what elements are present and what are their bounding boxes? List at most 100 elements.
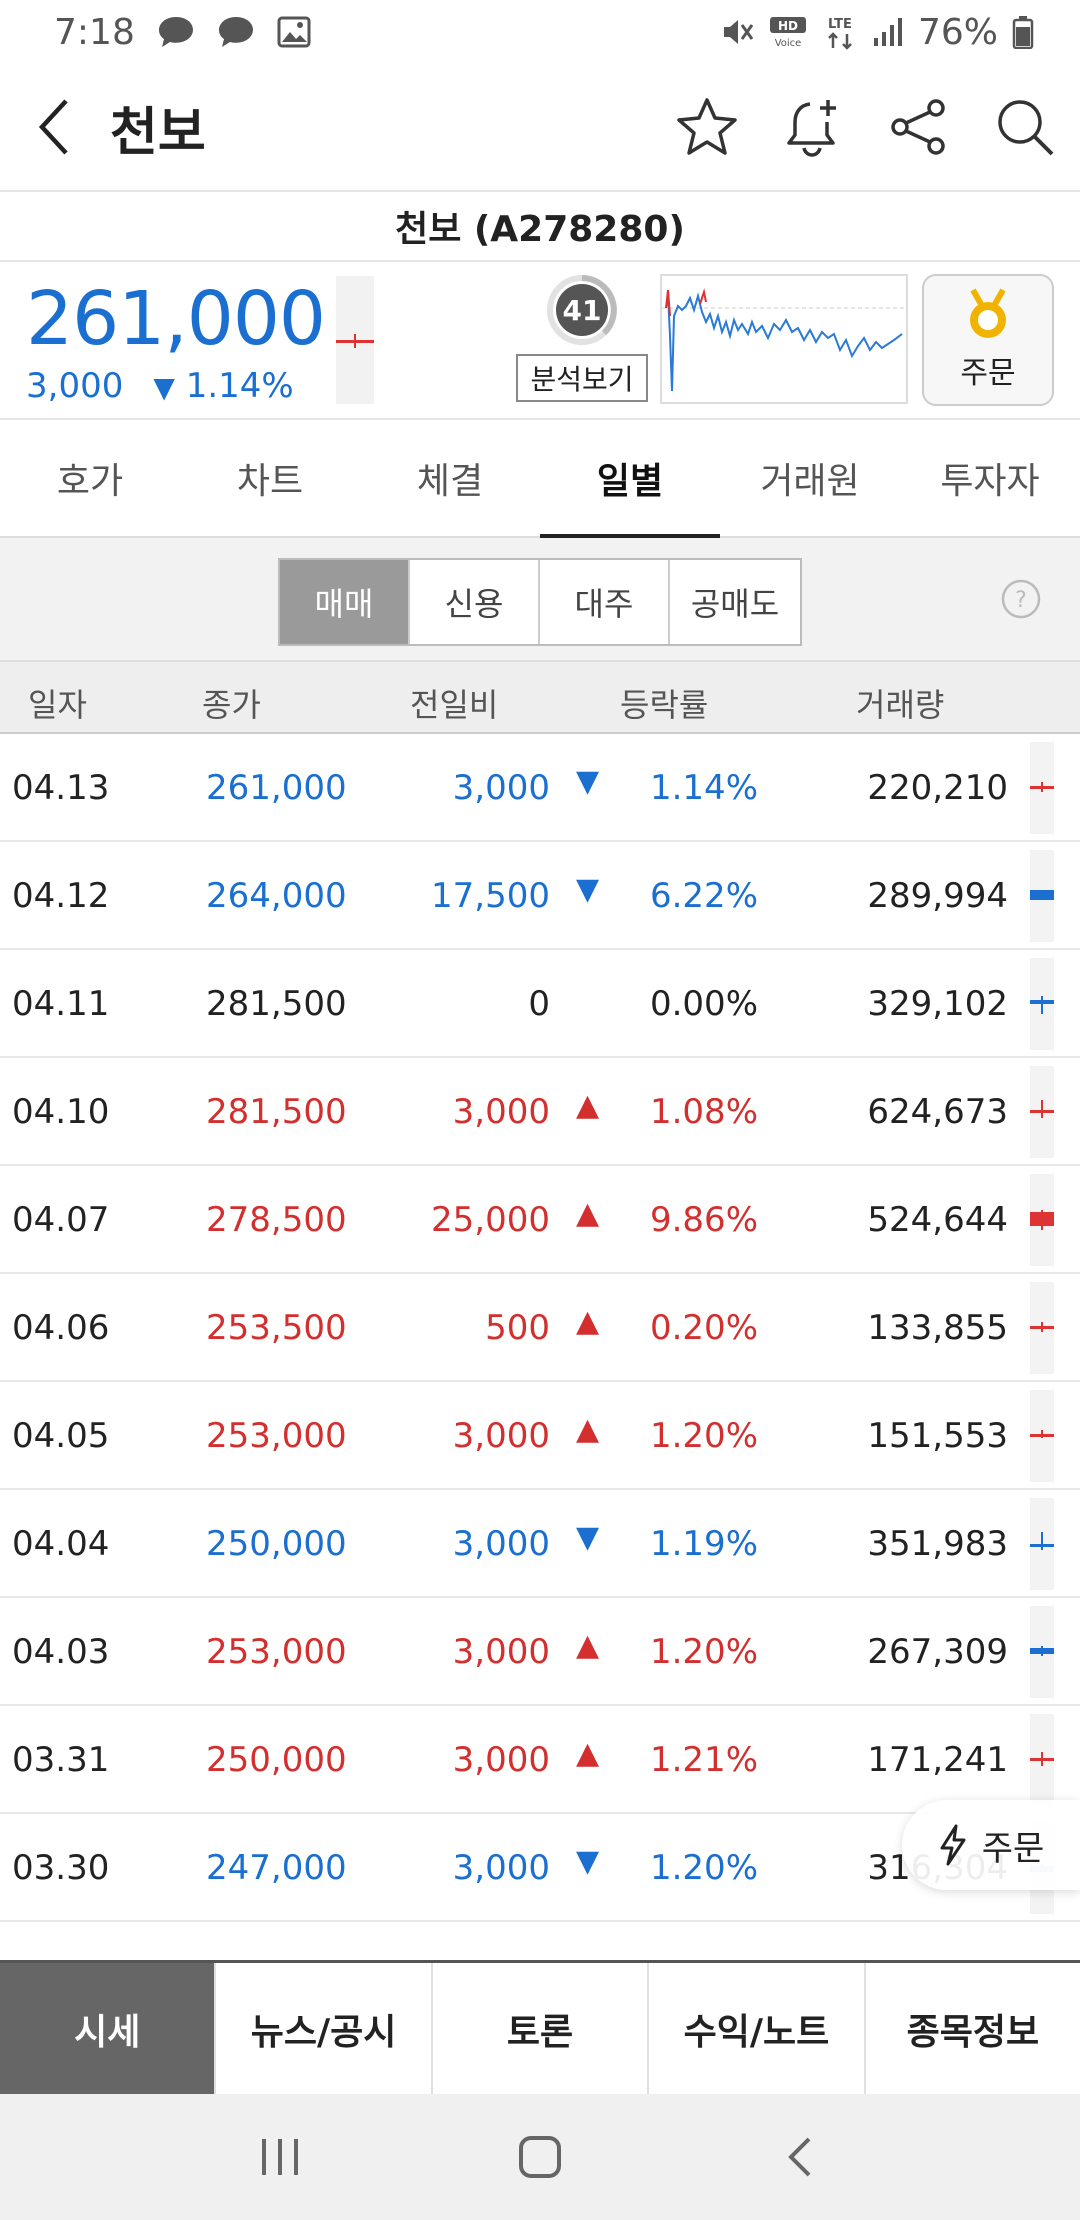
signal-icon: [873, 18, 902, 46]
filter-lending[interactable]: 대주: [540, 560, 670, 644]
row-change: 3,000: [452, 1848, 550, 1888]
mute-icon: [723, 20, 754, 44]
lightning-icon: [940, 1824, 966, 1866]
row-volume: 151,553: [867, 1416, 1008, 1456]
table-row[interactable]: 04.10 281,500 3,000 ▲ 1.08% 624,673: [0, 1058, 1080, 1166]
header-diff: 전일비: [410, 686, 499, 724]
favorite-button[interactable]: [676, 96, 738, 158]
header-volume: 거래량: [856, 686, 945, 724]
svg-text:HD: HD: [778, 19, 798, 33]
row-volume: 267,309: [867, 1632, 1008, 1672]
down-arrow-icon: ▼: [576, 1520, 600, 1555]
down-arrow-icon: ▼: [153, 371, 175, 404]
share-button[interactable]: [888, 96, 950, 158]
row-candle: [1030, 1606, 1054, 1698]
table-row[interactable]: 04.11 281,500 0 0.00% 329,102: [0, 950, 1080, 1058]
change-rate: 1.14%: [185, 366, 294, 406]
help-icon[interactable]: ?: [1000, 578, 1042, 620]
row-change: 3,000: [452, 1092, 550, 1132]
row-change-rate: 0.20%: [649, 1308, 758, 1348]
row-change-rate: 6.22%: [649, 876, 758, 916]
row-candle: [1030, 850, 1054, 942]
table-row[interactable]: 04.12 264,000 17,500 ▼ 6.22% 289,994: [0, 842, 1080, 950]
tab-trades[interactable]: 체결: [360, 420, 540, 536]
tab-daily[interactable]: 일별: [540, 420, 720, 538]
row-date: 04.05: [12, 1416, 110, 1456]
table-row[interactable]: 04.06 253,500 500 ▲ 0.20% 133,855: [0, 1274, 1080, 1382]
row-date: 03.31: [12, 1740, 110, 1780]
floating-order-button[interactable]: 주문: [902, 1800, 1080, 1890]
intraday-sparkline: [660, 274, 908, 404]
up-arrow-icon: ▲: [576, 1304, 600, 1339]
clock: 7:18: [54, 11, 135, 53]
search-button[interactable]: [994, 96, 1056, 158]
change-amount: 3,000: [26, 366, 124, 406]
filter-short-selling[interactable]: 공매도: [670, 560, 800, 644]
filter-trade[interactable]: 매매: [280, 560, 410, 644]
daily-price-table: 04.13 261,000 3,000 ▼ 1.14% 220,210 04.12 264,0…: [0, 734, 1080, 1922]
analysis-score[interactable]: 41 분석보기: [516, 274, 648, 402]
change-rate-group: ▼ 1.14%: [153, 366, 293, 406]
analysis-button[interactable]: 분석보기: [516, 354, 648, 402]
row-close-price: 264,000: [206, 876, 347, 916]
row-candle: [1030, 1174, 1054, 1266]
table-row[interactable]: 04.13 261,000 3,000 ▼ 1.14% 220,210: [0, 734, 1080, 842]
down-arrow-icon: ▼: [576, 1844, 600, 1879]
nav-quote[interactable]: 시세: [0, 1963, 217, 2094]
row-candle: [1030, 958, 1054, 1050]
filter-credit[interactable]: 신용: [410, 560, 540, 644]
row-change: 3,000: [452, 1740, 550, 1780]
table-row[interactable]: 04.04 250,000 3,000 ▼ 1.19% 351,983: [0, 1490, 1080, 1598]
up-arrow-icon: ▲: [576, 1088, 600, 1123]
recent-apps-button[interactable]: [250, 2127, 310, 2187]
home-button[interactable]: [510, 2127, 570, 2187]
row-date: 04.13: [12, 768, 110, 808]
row-candle: [1030, 1498, 1054, 1590]
tab-hoga[interactable]: 호가: [0, 420, 180, 536]
row-close-price: 247,000: [206, 1848, 347, 1888]
row-change-rate: 1.21%: [649, 1740, 758, 1780]
row-volume: 133,855: [867, 1308, 1008, 1348]
nav-discussion[interactable]: 토론: [433, 1963, 650, 2094]
detail-tabs: 호가 차트 체결 일별 거래원 투자자: [0, 420, 1080, 538]
row-change-rate: 1.20%: [649, 1848, 758, 1888]
alert-button[interactable]: [782, 96, 844, 158]
current-price: 261,000: [26, 276, 326, 362]
tab-chart[interactable]: 차트: [180, 420, 360, 536]
row-volume: 171,241: [867, 1740, 1008, 1780]
row-change: 3,000: [452, 768, 550, 808]
system-back-icon: [788, 2137, 811, 2177]
row-change-rate: 9.86%: [649, 1200, 758, 1240]
order-button[interactable]: 주문: [922, 274, 1054, 406]
tab-investors[interactable]: 투자자: [900, 420, 1080, 536]
row-close-price: 278,500: [206, 1200, 347, 1240]
battery-icon: [1012, 16, 1034, 49]
svg-text:?: ?: [1015, 588, 1027, 613]
nav-profit-notes[interactable]: 수익/노트: [649, 1963, 866, 2094]
status-bar: 7:18 HD Voice LTE 76%: [0, 0, 1080, 64]
row-volume: 524,644: [867, 1200, 1008, 1240]
nav-stock-info[interactable]: 종목정보: [866, 1963, 1080, 2094]
system-back-button[interactable]: [770, 2127, 830, 2187]
tab-brokers[interactable]: 거래원: [720, 420, 900, 536]
row-date: 04.03: [12, 1632, 110, 1672]
row-close-price: 281,500: [206, 1092, 347, 1132]
table-row[interactable]: 03.31 250,000 3,000 ▲ 1.21% 171,241: [0, 1706, 1080, 1814]
search-icon: [998, 100, 1054, 156]
score-gauge: 41: [546, 274, 618, 346]
row-change: 0: [528, 984, 550, 1024]
table-row[interactable]: 04.05 253,000 3,000 ▲ 1.20% 151,553: [0, 1382, 1080, 1490]
up-arrow-icon: ▲: [576, 1196, 600, 1231]
back-arrow-icon: [38, 99, 68, 155]
back-button[interactable]: [36, 87, 92, 167]
row-candle: [1030, 1282, 1054, 1374]
row-volume: 220,210: [867, 768, 1008, 808]
row-change-rate: 0.00%: [649, 984, 758, 1024]
battery-percent: 76%: [917, 11, 998, 53]
page-title: 천보: [110, 102, 206, 163]
row-date: 03.30: [12, 1848, 110, 1888]
nav-news[interactable]: 뉴스/공시: [216, 1963, 433, 2094]
table-row[interactable]: 04.03 253,000 3,000 ▲ 1.20% 267,309: [0, 1598, 1080, 1706]
table-row[interactable]: 04.07 278,500 25,000 ▲ 9.86% 524,644: [0, 1166, 1080, 1274]
row-candle: [1030, 1066, 1054, 1158]
